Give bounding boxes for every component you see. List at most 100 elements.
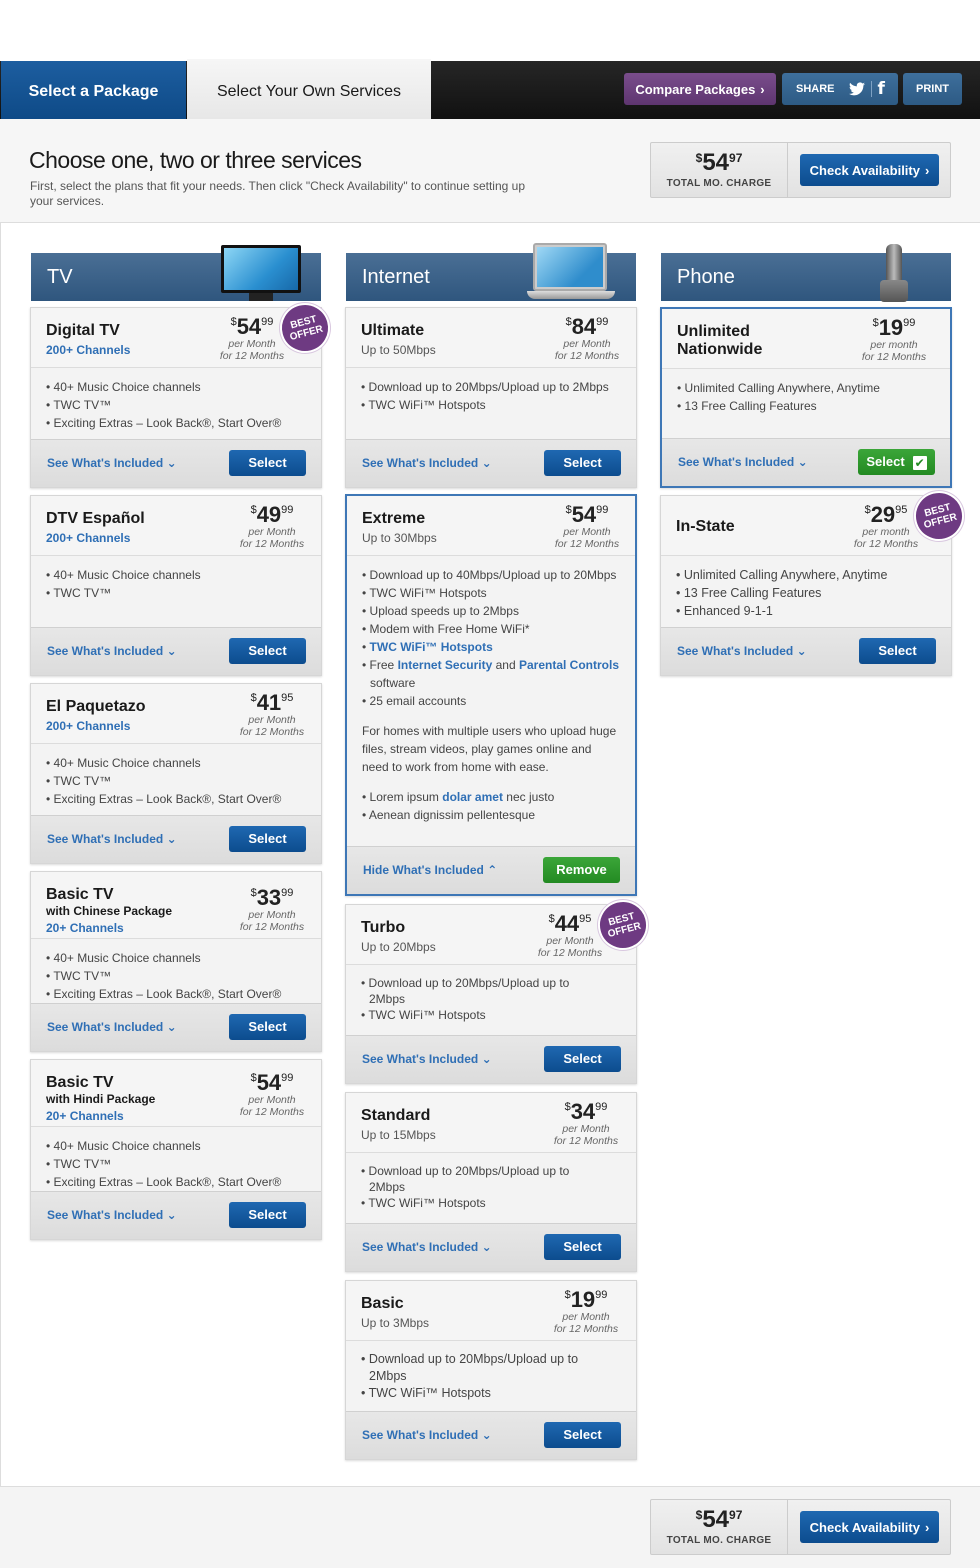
select-button[interactable]: Select [229, 638, 306, 664]
see-whats-included-link[interactable]: See What's Included ⌄ [362, 1240, 492, 1254]
price: $3499 per Month for 12 Months [553, 1099, 619, 1148]
select-button[interactable]: Select [229, 1014, 306, 1040]
feature-item: • Download up to 20Mbps/Upload up to 2Mb… [361, 380, 609, 394]
selected-button[interactable]: Select ✔ [858, 449, 935, 475]
package-card-digital-tv: Digital TV 200+ Channels $5499 per Month… [30, 307, 322, 488]
total-label: TOTAL MO. CHARGE [666, 178, 772, 189]
feature-item: • TWC WiFi™ Hotspots [361, 1008, 486, 1022]
total-price: $5497 [695, 149, 743, 176]
channel-count: 200+ Channels [46, 343, 131, 357]
left-border [0, 119, 1, 1568]
feature-item: • TWC WiFi™ Hotspots [361, 1386, 491, 1400]
chevron-down-icon: ⌄ [166, 1208, 177, 1222]
check-availability-button[interactable]: Check Availability › [800, 1511, 939, 1543]
total-charge-box: $5497 TOTAL MO. CHARGE Check Availabilit… [650, 142, 951, 198]
package-card-standard: Standard Up to 15Mbps $3499 per Month for… [345, 1092, 637, 1272]
tab-select-own-services[interactable]: Select Your Own Services [187, 59, 431, 119]
feature-item: • Download up to 20Mbps/Upload up to 2Mb… [361, 1164, 570, 1194]
package-name: Standard [361, 1107, 431, 1124]
feature-item: • Exciting Extras – Look Back®, Start Ov… [46, 416, 282, 430]
package-name: Basic TV [46, 886, 114, 903]
speed: Up to 50Mbps [361, 343, 436, 357]
wifi-hotspots-link[interactable]: TWC WiFi™ Hotspots [370, 640, 493, 654]
internet-security-link[interactable]: Internet Security [398, 658, 493, 672]
see-whats-included-link[interactable]: See What's Included ⌄ [678, 455, 808, 469]
television-icon [221, 245, 301, 301]
feature-item: • TWC TV™ [46, 586, 112, 600]
feature-item: • 40+ Music Choice channels [46, 1139, 201, 1153]
feature-item: • TWC TV™ [46, 969, 112, 983]
feature-item: • Unlimited Calling Anywhere, Anytime [676, 568, 888, 582]
compare-packages-button[interactable]: Compare Packages › [624, 73, 776, 105]
see-whats-included-link[interactable]: See What's Included ⌄ [47, 1208, 177, 1222]
total-charge-box: $5497 TOTAL MO. CHARGE Check Availabilit… [650, 1499, 951, 1555]
facebook-icon[interactable]: f [878, 79, 885, 99]
package-name: Basic [361, 1295, 404, 1312]
select-button[interactable]: Select [859, 638, 936, 664]
feature-item: • Aenean dignissim pellentesque [362, 808, 535, 822]
share-button[interactable]: SHARE f [782, 73, 898, 105]
see-whats-included-link[interactable]: See What's Included ⌄ [362, 1052, 492, 1066]
price: $5499 per Month for 12 Months [554, 502, 620, 551]
package-name: Extreme [362, 510, 426, 527]
see-whats-included-link[interactable]: See What's Included ⌄ [47, 832, 177, 846]
package-card-basic: Basic Up to 3Mbps $1999 per Month for 12 … [345, 1280, 637, 1460]
see-whats-included-link[interactable]: See What's Included ⌄ [47, 1020, 177, 1034]
see-whats-included-link[interactable]: See What's Included ⌄ [362, 456, 492, 470]
speed: Up to 15Mbps [361, 1128, 436, 1142]
check-availability-button[interactable]: Check Availability › [800, 154, 939, 186]
see-whats-included-link[interactable]: See What's Included ⌄ [47, 644, 177, 658]
feature-item: • TWC WiFi™ Hotspots [361, 398, 486, 412]
checkmark-icon: ✔ [912, 455, 927, 470]
select-button[interactable]: Select [229, 826, 306, 852]
print-button[interactable]: PRINT [903, 73, 962, 105]
hide-whats-included-link[interactable]: Hide What's Included ⌃ [363, 863, 497, 877]
see-whats-included-link[interactable]: See What's Included ⌄ [362, 1428, 492, 1442]
package-name: Digital TV [46, 322, 120, 339]
package-card-unlimited-nationwide: Unlimited Nationwide $1999 per month for 1… [660, 307, 952, 488]
price: $8499 per Month for 12 Months [554, 314, 620, 363]
package-name: DTV Español [46, 510, 145, 527]
speed: Up to 3Mbps [361, 1316, 430, 1330]
page-title: Choose one, two or three services [29, 147, 362, 173]
chevron-down-icon: ⌄ [166, 644, 177, 658]
feature-item: • 40+ Music Choice channels [46, 568, 201, 582]
feature-item: • 25 email accounts [362, 694, 467, 708]
parental-controls-link[interactable]: Parental Controls [519, 658, 619, 672]
feature-item: • TWC TV™ [46, 774, 112, 788]
select-button[interactable]: Select [229, 450, 306, 476]
feature-item: • Exciting Extras – Look Back®, Start Ov… [46, 792, 282, 806]
tab-select-package[interactable]: Select a Package [1, 61, 186, 119]
feature-item: • Exciting Extras – Look Back®, Start Ov… [46, 987, 282, 1001]
channel-count: 200+ Channels [46, 719, 131, 733]
footer-band: $5497 TOTAL MO. CHARGE Check Availabilit… [0, 1486, 980, 1568]
chevron-up-icon: ⌃ [487, 863, 498, 877]
twitter-icon[interactable] [848, 82, 865, 96]
see-whats-included-link[interactable]: See What's Included ⌄ [47, 456, 177, 470]
package-card-basic-tv-hindi: Basic TV with Hindi Package 20+ Channels… [30, 1059, 322, 1240]
package-card-extreme: Extreme Up to 30Mbps $5499 per Month for … [345, 494, 637, 896]
chevron-right-icon: › [924, 162, 930, 178]
chevron-down-icon: ⌄ [166, 1020, 177, 1034]
select-button[interactable]: Select [544, 1422, 621, 1448]
compare-label: Compare Packages [635, 81, 756, 97]
chevron-down-icon: ⌄ [481, 456, 492, 470]
chevron-down-icon: ⌄ [796, 644, 807, 658]
package-card-dtv-espanol: DTV Español 200+ Channels $4999 per Mont… [30, 495, 322, 676]
feature-item: • TWC WiFi™ Hotspots [362, 640, 493, 654]
chevron-right-icon: › [924, 1519, 930, 1535]
top-nav: Select a Package Select Your Own Service… [0, 59, 980, 119]
chevron-down-icon: ⌄ [797, 455, 808, 469]
feature-item: • TWC WiFi™ Hotspots [361, 1196, 486, 1210]
select-button[interactable]: Select [544, 1234, 621, 1260]
inline-link[interactable]: dolar amet [442, 790, 503, 804]
divider [870, 81, 872, 97]
package-card-basic-tv-chinese: Basic TV with Chinese Package 20+ Channe… [30, 871, 322, 1052]
select-button[interactable]: Select [544, 450, 621, 476]
package-name: Basic TV [46, 1074, 114, 1091]
see-whats-included-link[interactable]: See What's Included ⌄ [677, 644, 807, 658]
remove-button[interactable]: Remove [543, 857, 620, 883]
select-button[interactable]: Select [544, 1046, 621, 1072]
feature-item: • Download up to 20Mbps/Upload up to 2Mb… [361, 1352, 579, 1383]
select-button[interactable]: Select [229, 1202, 306, 1228]
